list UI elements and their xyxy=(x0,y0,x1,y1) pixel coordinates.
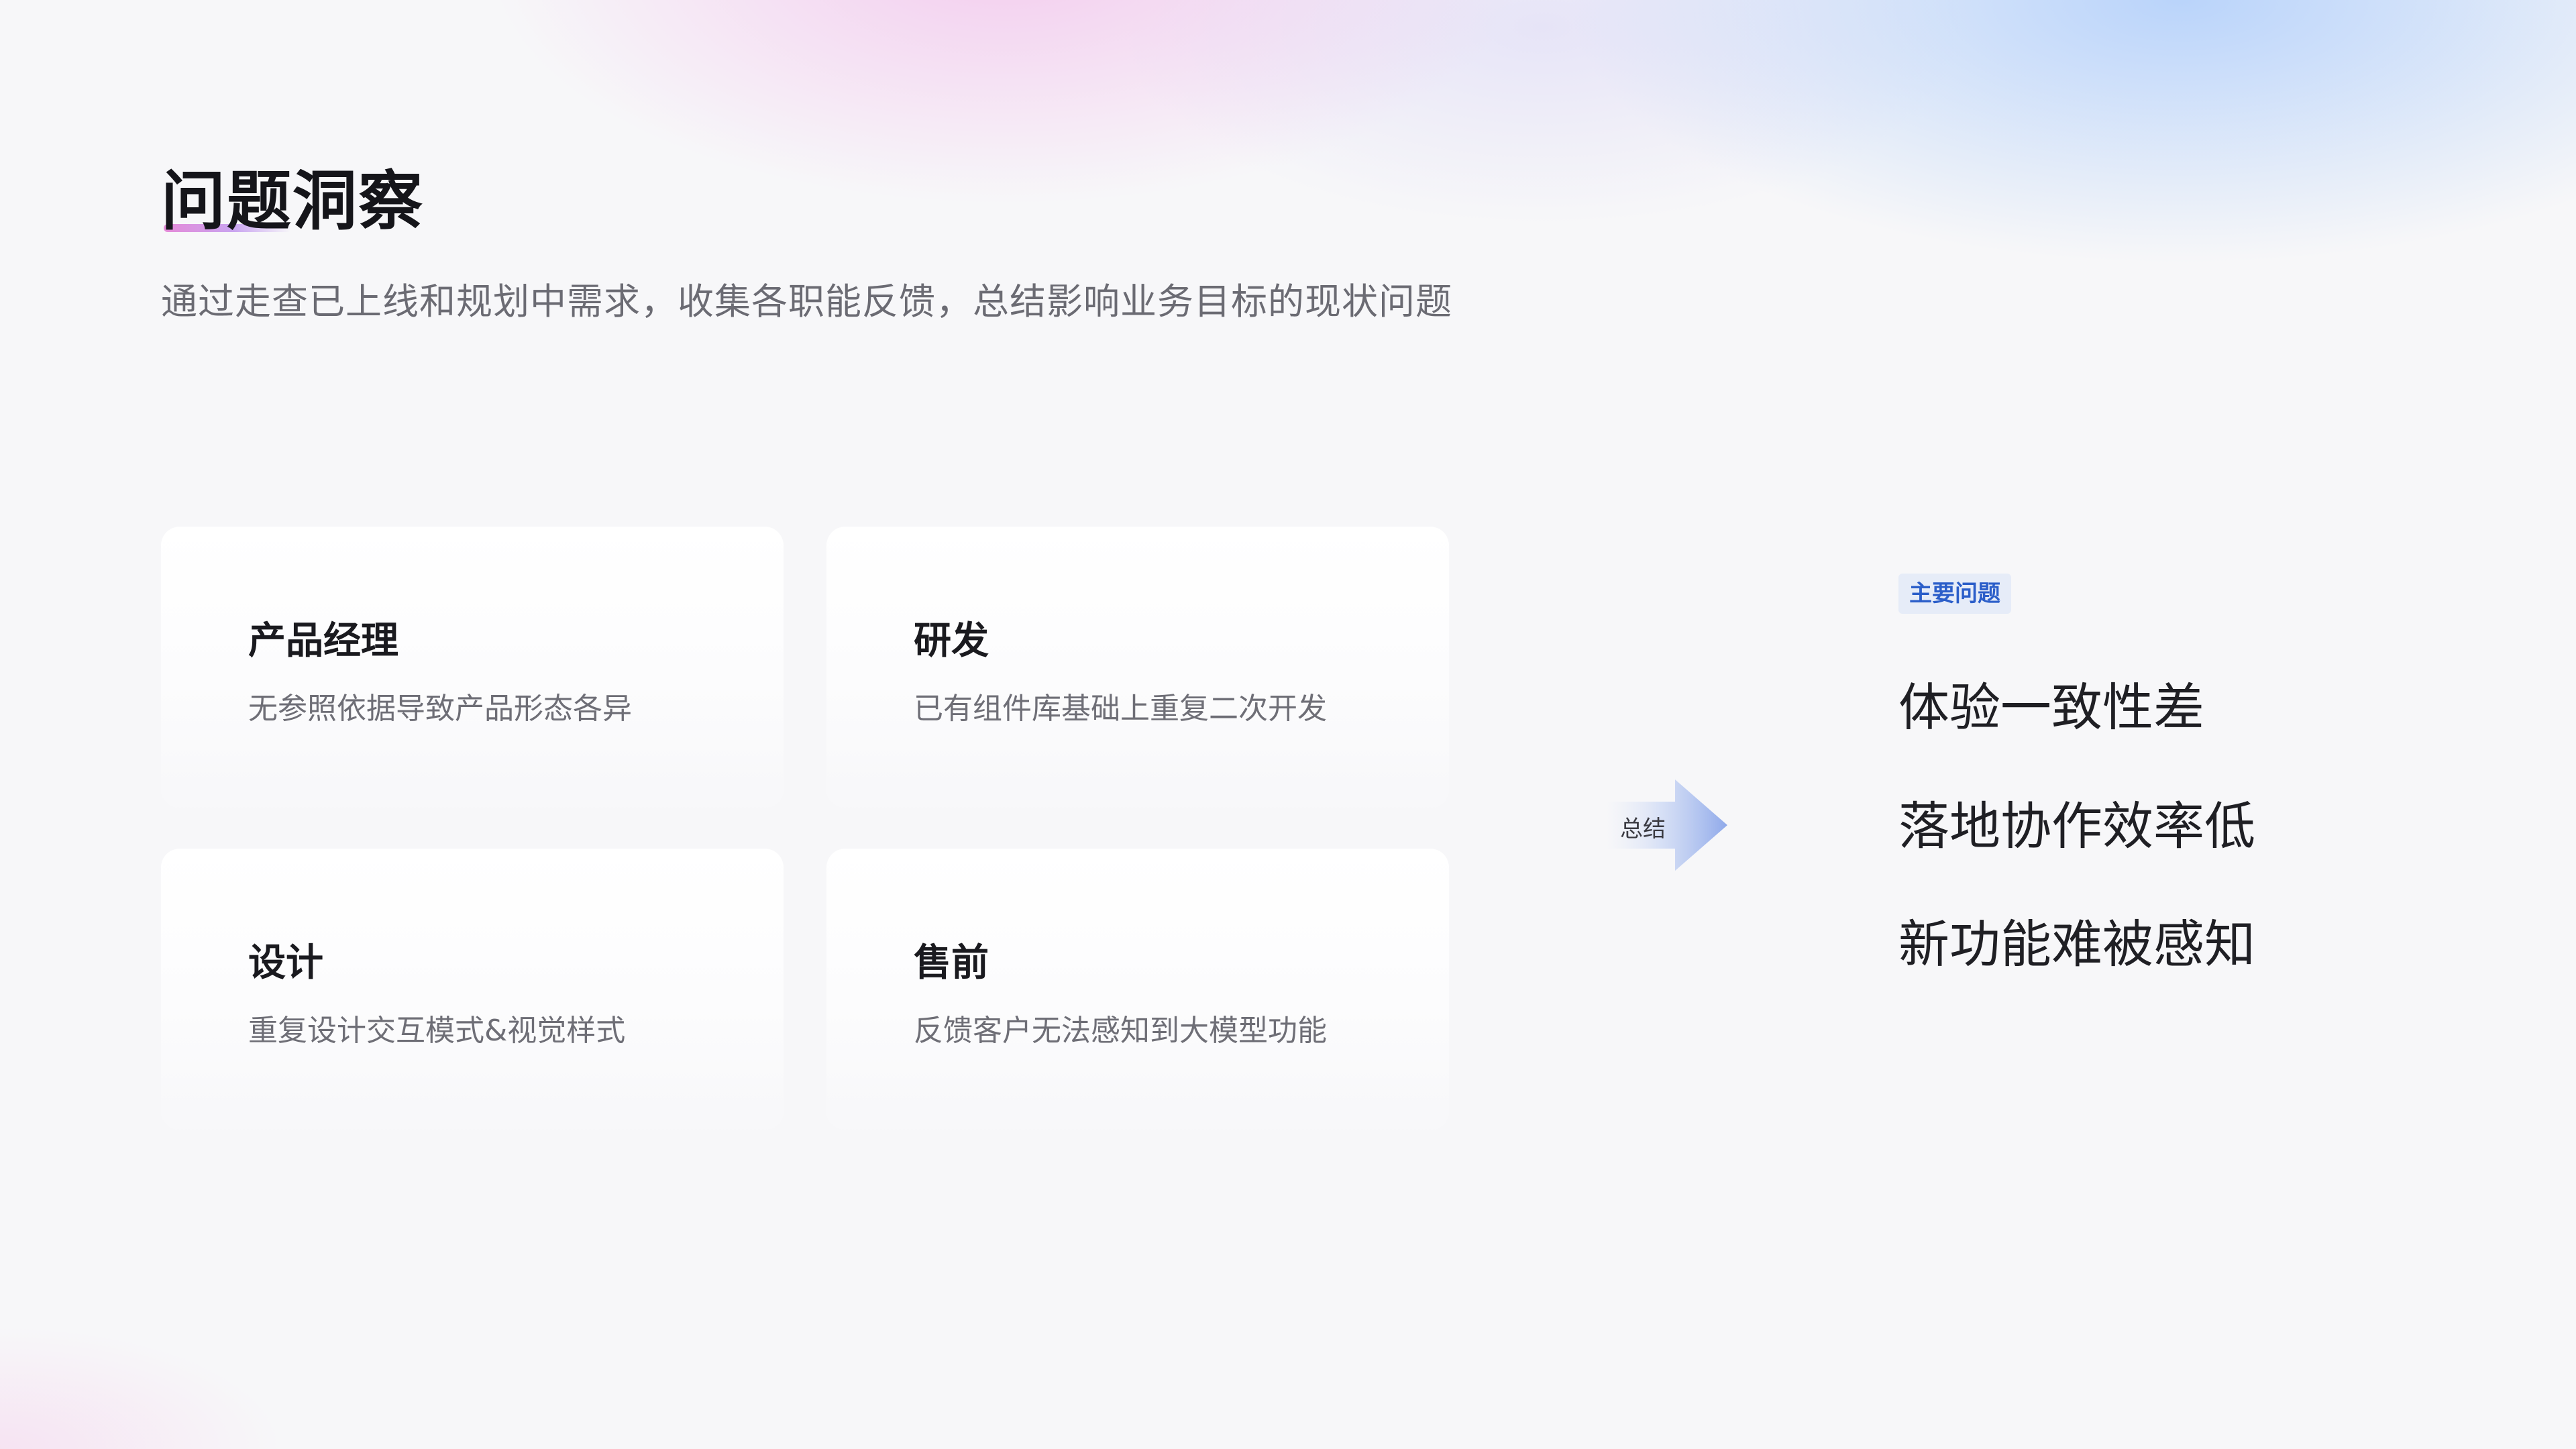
card-design: 设计 重复设计交互模式&视觉样式 xyxy=(161,849,784,1130)
card-title: 售前 xyxy=(914,941,989,985)
summary-arrow: 总结 xyxy=(1607,778,1741,872)
card-description: 重复设计交互模式&视觉样式 xyxy=(248,1014,626,1048)
card-title: 产品经理 xyxy=(248,619,398,663)
card-rnd: 研发 已有组件库基础上重复二次开发 xyxy=(826,527,1449,808)
card-description: 已有组件库基础上重复二次开发 xyxy=(914,692,1327,726)
summary-label: 总结 xyxy=(1620,816,1666,843)
card-title: 设计 xyxy=(248,941,323,985)
main-issues-tag: 主要问题 xyxy=(1898,574,2011,614)
card-presales: 售前 反馈客户无法感知到大模型功能 xyxy=(826,849,1449,1130)
main-issue-item: 体验一致性差 xyxy=(1898,678,2204,737)
card-product-manager: 产品经理 无参照依据导致产品形态各异 xyxy=(161,527,784,808)
page-header: 问题洞察 xyxy=(161,154,424,248)
page-subtitle: 通过走查已上线和规划中需求，收集各职能反馈，总结影响业务目标的现状问题 xyxy=(161,280,1452,323)
page-title: 问题洞察 xyxy=(161,164,424,239)
card-description: 反馈客户无法感知到大模型功能 xyxy=(914,1014,1327,1048)
main-issue-item: 新功能难被感知 xyxy=(1898,914,2255,974)
card-description: 无参照依据导致产品形态各异 xyxy=(248,692,632,726)
main-issue-item: 落地协作效率低 xyxy=(1898,796,2255,856)
page-title-container: 问题洞察 xyxy=(161,154,424,248)
card-title: 研发 xyxy=(914,619,989,663)
